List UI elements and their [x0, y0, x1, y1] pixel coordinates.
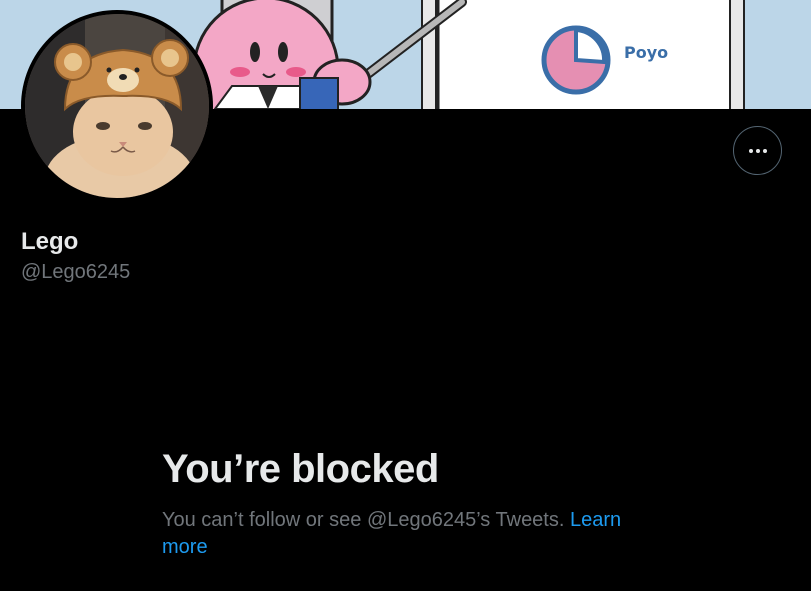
banner-sign-text: Poyo — [624, 43, 668, 62]
profile-handle: @Lego6245 — [21, 261, 131, 283]
blocked-message: You can’t follow or see @Lego6245’s Twee… — [162, 507, 662, 561]
profile-display-name: Lego — [21, 228, 79, 255]
blocked-message-text: You can’t follow or see @Lego6245’s Twee… — [162, 509, 570, 531]
avatar-image — [25, 14, 209, 198]
more-icon — [748, 148, 767, 153]
avatar[interactable] — [21, 10, 213, 202]
more-options-button[interactable] — [733, 126, 782, 175]
blocked-title: You’re blocked — [162, 447, 439, 491]
